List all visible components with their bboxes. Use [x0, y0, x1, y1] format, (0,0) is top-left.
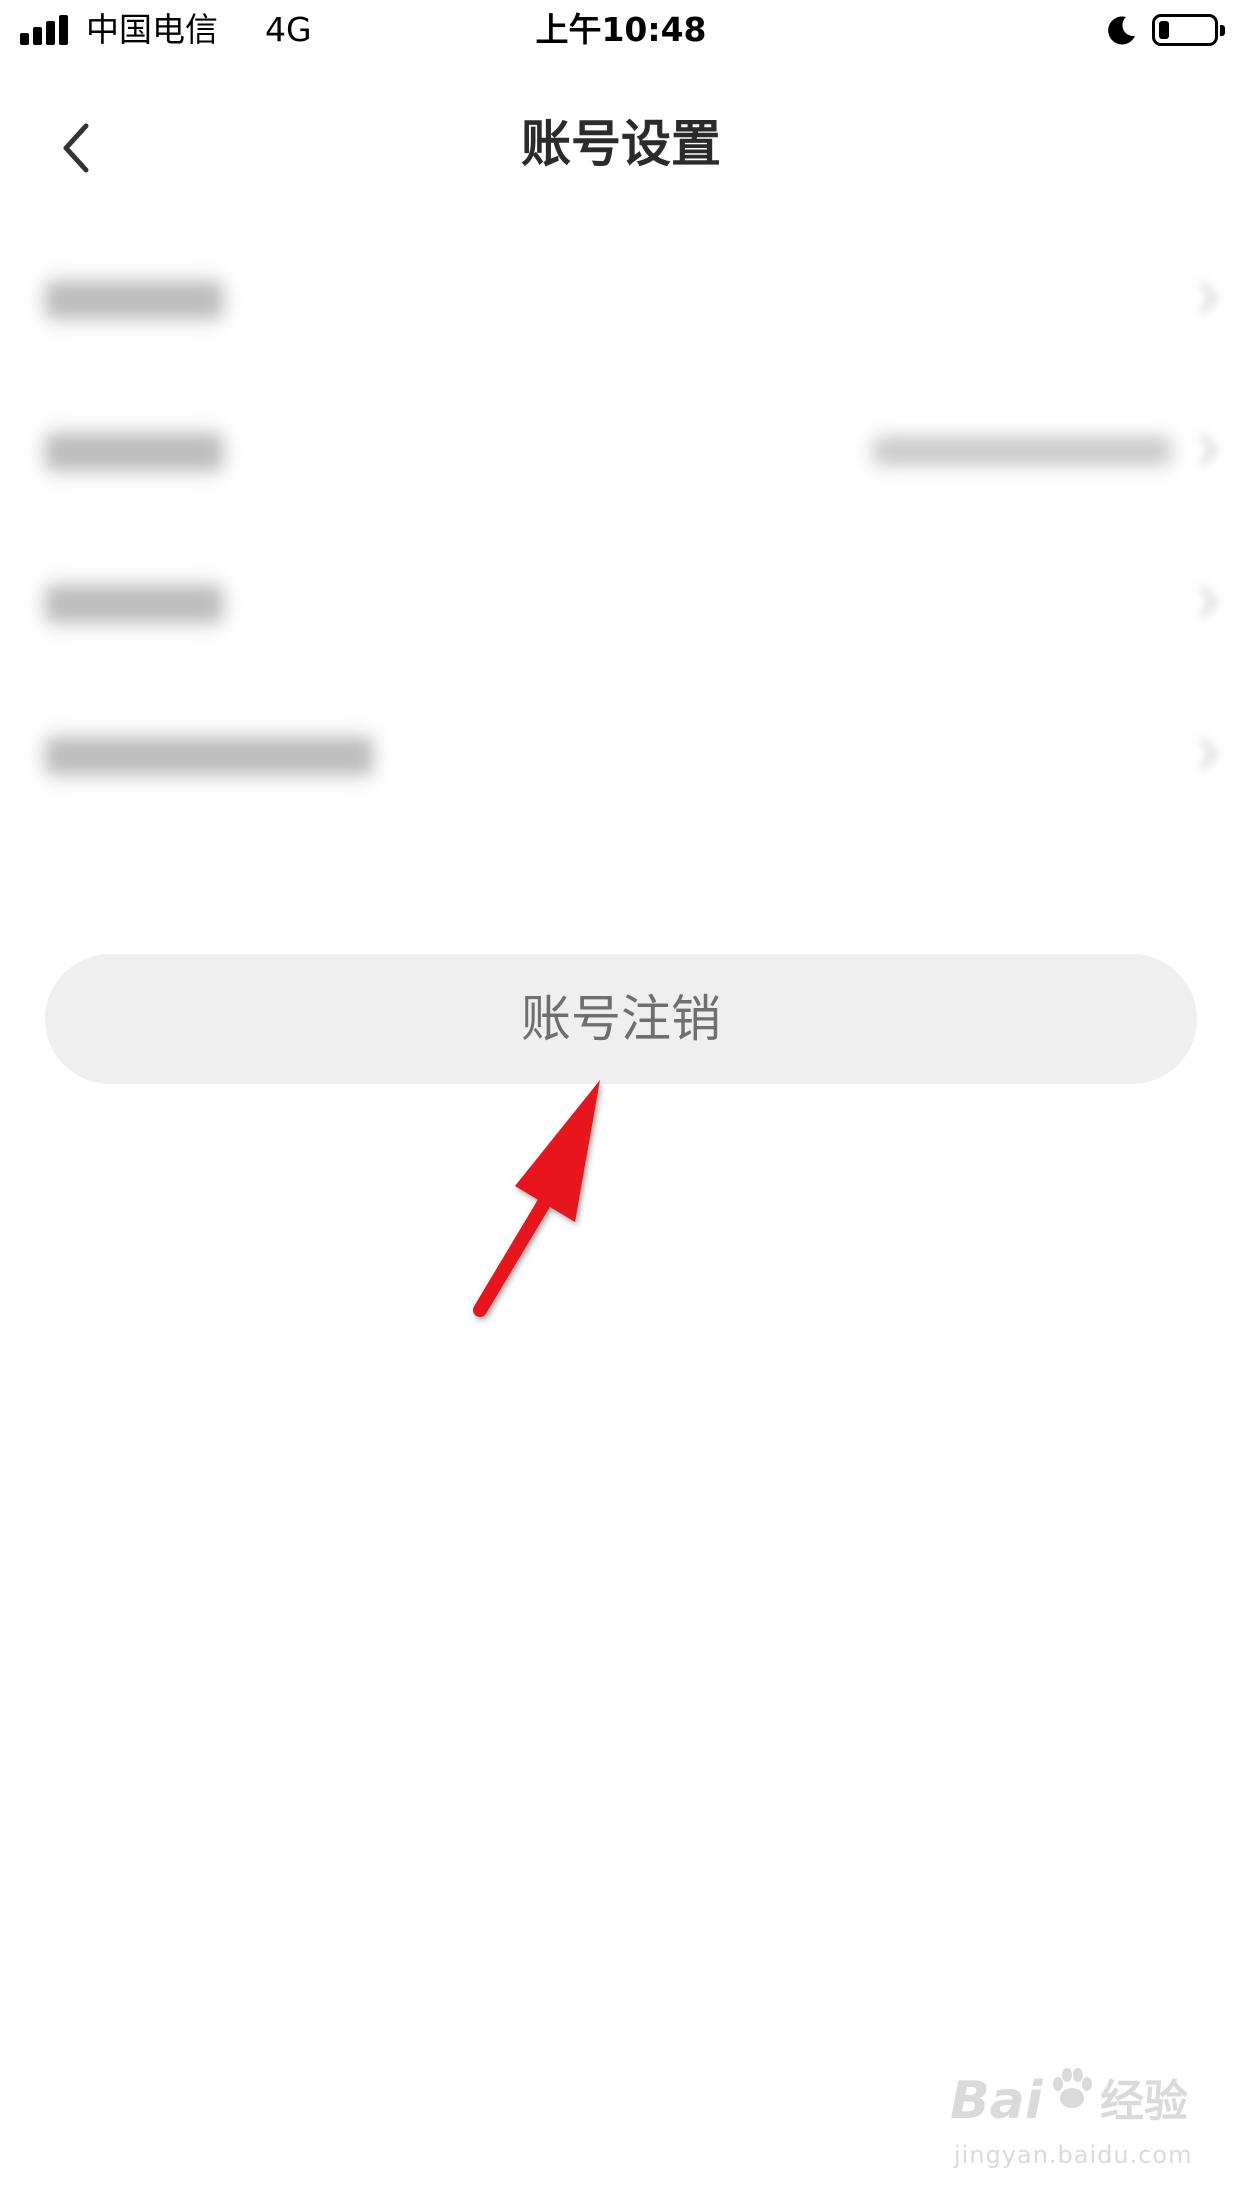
paw-icon [1053, 2068, 1092, 2108]
moon-icon [1108, 16, 1135, 45]
battery-icon [1152, 14, 1225, 46]
chevron-right-icon [1200, 586, 1217, 618]
watermark-brand: Bai [950, 2071, 1043, 2131]
watermark-suffix: 经验 [1100, 2076, 1188, 2127]
settings-row[interactable] [0, 678, 1242, 830]
chevron-right-icon [1200, 738, 1217, 770]
settings-row[interactable] [0, 526, 1242, 678]
row-value [872, 436, 1172, 466]
nav-bar: 账号设置 [0, 62, 1242, 222]
watermark: Bai 经验 jingyan.baidu.com [950, 2068, 1193, 2180]
row-label [44, 280, 224, 320]
row-label [44, 584, 224, 624]
red-arrow-icon [473, 1080, 600, 1317]
chevron-right-icon [1200, 282, 1217, 314]
watermark-url: jingyan.baidu.com [954, 2141, 1193, 2169]
chevron-right-icon [1200, 434, 1217, 466]
settings-list [0, 222, 1242, 830]
row-label [44, 736, 374, 776]
page-title: 账号设置 [521, 115, 721, 173]
settings-row[interactable] [0, 374, 1242, 526]
status-bar: 中国电信 4G 上午10:48 [0, 0, 1242, 62]
row-label [44, 432, 224, 472]
status-time: 上午10:48 [535, 10, 707, 49]
settings-row[interactable] [0, 222, 1242, 374]
